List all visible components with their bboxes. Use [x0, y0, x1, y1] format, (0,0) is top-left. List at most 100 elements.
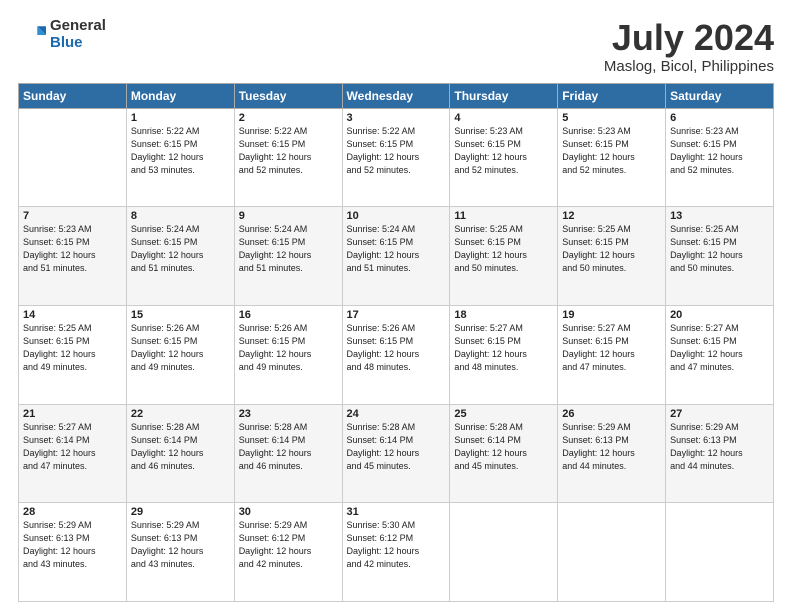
calendar-cell: 12Sunrise: 5:25 AM Sunset: 6:15 PM Dayli… [558, 207, 666, 306]
header-cell-saturday: Saturday [666, 83, 774, 108]
logo-general: General [50, 18, 106, 35]
day-info: Sunrise: 5:28 AM Sunset: 6:14 PM Dayligh… [131, 421, 230, 473]
day-info: Sunrise: 5:24 AM Sunset: 6:15 PM Dayligh… [131, 223, 230, 275]
calendar-cell: 26Sunrise: 5:29 AM Sunset: 6:13 PM Dayli… [558, 404, 666, 503]
day-number: 4 [454, 112, 553, 124]
logo-icon [18, 21, 46, 49]
day-info: Sunrise: 5:28 AM Sunset: 6:14 PM Dayligh… [347, 421, 446, 473]
calendar-cell: 25Sunrise: 5:28 AM Sunset: 6:14 PM Dayli… [450, 404, 558, 503]
calendar-cell [666, 503, 774, 602]
day-number: 18 [454, 309, 553, 321]
day-info: Sunrise: 5:26 AM Sunset: 6:15 PM Dayligh… [131, 322, 230, 374]
calendar-row: 14Sunrise: 5:25 AM Sunset: 6:15 PM Dayli… [19, 305, 774, 404]
day-number: 28 [23, 506, 122, 518]
header-cell-monday: Monday [126, 83, 234, 108]
day-info: Sunrise: 5:25 AM Sunset: 6:15 PM Dayligh… [23, 322, 122, 374]
calendar-cell: 3Sunrise: 5:22 AM Sunset: 6:15 PM Daylig… [342, 108, 450, 207]
calendar-cell: 21Sunrise: 5:27 AM Sunset: 6:14 PM Dayli… [19, 404, 127, 503]
day-info: Sunrise: 5:22 AM Sunset: 6:15 PM Dayligh… [239, 125, 338, 177]
calendar-table: SundayMondayTuesdayWednesdayThursdayFrid… [18, 83, 774, 602]
day-info: Sunrise: 5:29 AM Sunset: 6:13 PM Dayligh… [23, 519, 122, 571]
calendar-row: 21Sunrise: 5:27 AM Sunset: 6:14 PM Dayli… [19, 404, 774, 503]
day-number: 30 [239, 506, 338, 518]
calendar-cell: 20Sunrise: 5:27 AM Sunset: 6:15 PM Dayli… [666, 305, 774, 404]
page: General Blue July 2024 Maslog, Bicol, Ph… [0, 0, 792, 612]
day-number: 31 [347, 506, 446, 518]
title-block: July 2024 Maslog, Bicol, Philippines [604, 18, 774, 75]
calendar-cell: 5Sunrise: 5:23 AM Sunset: 6:15 PM Daylig… [558, 108, 666, 207]
calendar-cell: 19Sunrise: 5:27 AM Sunset: 6:15 PM Dayli… [558, 305, 666, 404]
calendar-row: 7Sunrise: 5:23 AM Sunset: 6:15 PM Daylig… [19, 207, 774, 306]
calendar-cell: 1Sunrise: 5:22 AM Sunset: 6:15 PM Daylig… [126, 108, 234, 207]
calendar-cell: 27Sunrise: 5:29 AM Sunset: 6:13 PM Dayli… [666, 404, 774, 503]
day-number: 15 [131, 309, 230, 321]
day-info: Sunrise: 5:27 AM Sunset: 6:15 PM Dayligh… [562, 322, 661, 374]
day-info: Sunrise: 5:25 AM Sunset: 6:15 PM Dayligh… [454, 223, 553, 275]
calendar-cell: 23Sunrise: 5:28 AM Sunset: 6:14 PM Dayli… [234, 404, 342, 503]
day-info: Sunrise: 5:22 AM Sunset: 6:15 PM Dayligh… [131, 125, 230, 177]
calendar-cell: 7Sunrise: 5:23 AM Sunset: 6:15 PM Daylig… [19, 207, 127, 306]
day-number: 8 [131, 210, 230, 222]
day-info: Sunrise: 5:23 AM Sunset: 6:15 PM Dayligh… [670, 125, 769, 177]
calendar-cell [19, 108, 127, 207]
calendar-cell: 16Sunrise: 5:26 AM Sunset: 6:15 PM Dayli… [234, 305, 342, 404]
day-info: Sunrise: 5:28 AM Sunset: 6:14 PM Dayligh… [239, 421, 338, 473]
day-number: 17 [347, 309, 446, 321]
day-number: 22 [131, 408, 230, 420]
day-info: Sunrise: 5:22 AM Sunset: 6:15 PM Dayligh… [347, 125, 446, 177]
day-number: 3 [347, 112, 446, 124]
day-number: 7 [23, 210, 122, 222]
calendar-cell: 24Sunrise: 5:28 AM Sunset: 6:14 PM Dayli… [342, 404, 450, 503]
logo-text: General Blue [50, 18, 106, 51]
day-number: 23 [239, 408, 338, 420]
header: General Blue July 2024 Maslog, Bicol, Ph… [18, 18, 774, 75]
day-info: Sunrise: 5:26 AM Sunset: 6:15 PM Dayligh… [239, 322, 338, 374]
header-cell-sunday: Sunday [19, 83, 127, 108]
day-number: 24 [347, 408, 446, 420]
calendar-cell: 2Sunrise: 5:22 AM Sunset: 6:15 PM Daylig… [234, 108, 342, 207]
day-number: 13 [670, 210, 769, 222]
calendar-cell: 28Sunrise: 5:29 AM Sunset: 6:13 PM Dayli… [19, 503, 127, 602]
logo: General Blue [18, 18, 106, 51]
day-info: Sunrise: 5:25 AM Sunset: 6:15 PM Dayligh… [562, 223, 661, 275]
day-info: Sunrise: 5:24 AM Sunset: 6:15 PM Dayligh… [239, 223, 338, 275]
calendar-cell: 4Sunrise: 5:23 AM Sunset: 6:15 PM Daylig… [450, 108, 558, 207]
day-number: 9 [239, 210, 338, 222]
day-number: 5 [562, 112, 661, 124]
calendar-cell: 31Sunrise: 5:30 AM Sunset: 6:12 PM Dayli… [342, 503, 450, 602]
day-info: Sunrise: 5:30 AM Sunset: 6:12 PM Dayligh… [347, 519, 446, 571]
header-cell-friday: Friday [558, 83, 666, 108]
calendar-cell: 10Sunrise: 5:24 AM Sunset: 6:15 PM Dayli… [342, 207, 450, 306]
day-info: Sunrise: 5:28 AM Sunset: 6:14 PM Dayligh… [454, 421, 553, 473]
day-info: Sunrise: 5:29 AM Sunset: 6:12 PM Dayligh… [239, 519, 338, 571]
subtitle: Maslog, Bicol, Philippines [604, 58, 774, 75]
day-info: Sunrise: 5:27 AM Sunset: 6:14 PM Dayligh… [23, 421, 122, 473]
day-number: 11 [454, 210, 553, 222]
day-info: Sunrise: 5:29 AM Sunset: 6:13 PM Dayligh… [562, 421, 661, 473]
header-cell-thursday: Thursday [450, 83, 558, 108]
main-title: July 2024 [604, 18, 774, 58]
day-number: 19 [562, 309, 661, 321]
day-info: Sunrise: 5:25 AM Sunset: 6:15 PM Dayligh… [670, 223, 769, 275]
calendar-cell: 14Sunrise: 5:25 AM Sunset: 6:15 PM Dayli… [19, 305, 127, 404]
calendar-cell: 6Sunrise: 5:23 AM Sunset: 6:15 PM Daylig… [666, 108, 774, 207]
day-number: 14 [23, 309, 122, 321]
day-info: Sunrise: 5:23 AM Sunset: 6:15 PM Dayligh… [454, 125, 553, 177]
calendar-cell: 17Sunrise: 5:26 AM Sunset: 6:15 PM Dayli… [342, 305, 450, 404]
calendar-cell: 29Sunrise: 5:29 AM Sunset: 6:13 PM Dayli… [126, 503, 234, 602]
day-info: Sunrise: 5:24 AM Sunset: 6:15 PM Dayligh… [347, 223, 446, 275]
calendar-cell: 22Sunrise: 5:28 AM Sunset: 6:14 PM Dayli… [126, 404, 234, 503]
logo-blue: Blue [50, 35, 106, 52]
calendar-cell: 8Sunrise: 5:24 AM Sunset: 6:15 PM Daylig… [126, 207, 234, 306]
calendar-cell: 30Sunrise: 5:29 AM Sunset: 6:12 PM Dayli… [234, 503, 342, 602]
day-number: 6 [670, 112, 769, 124]
calendar-cell: 18Sunrise: 5:27 AM Sunset: 6:15 PM Dayli… [450, 305, 558, 404]
header-row: SundayMondayTuesdayWednesdayThursdayFrid… [19, 83, 774, 108]
day-info: Sunrise: 5:29 AM Sunset: 6:13 PM Dayligh… [670, 421, 769, 473]
calendar-cell: 13Sunrise: 5:25 AM Sunset: 6:15 PM Dayli… [666, 207, 774, 306]
header-cell-tuesday: Tuesday [234, 83, 342, 108]
day-number: 27 [670, 408, 769, 420]
day-number: 16 [239, 309, 338, 321]
day-number: 21 [23, 408, 122, 420]
day-info: Sunrise: 5:27 AM Sunset: 6:15 PM Dayligh… [454, 322, 553, 374]
